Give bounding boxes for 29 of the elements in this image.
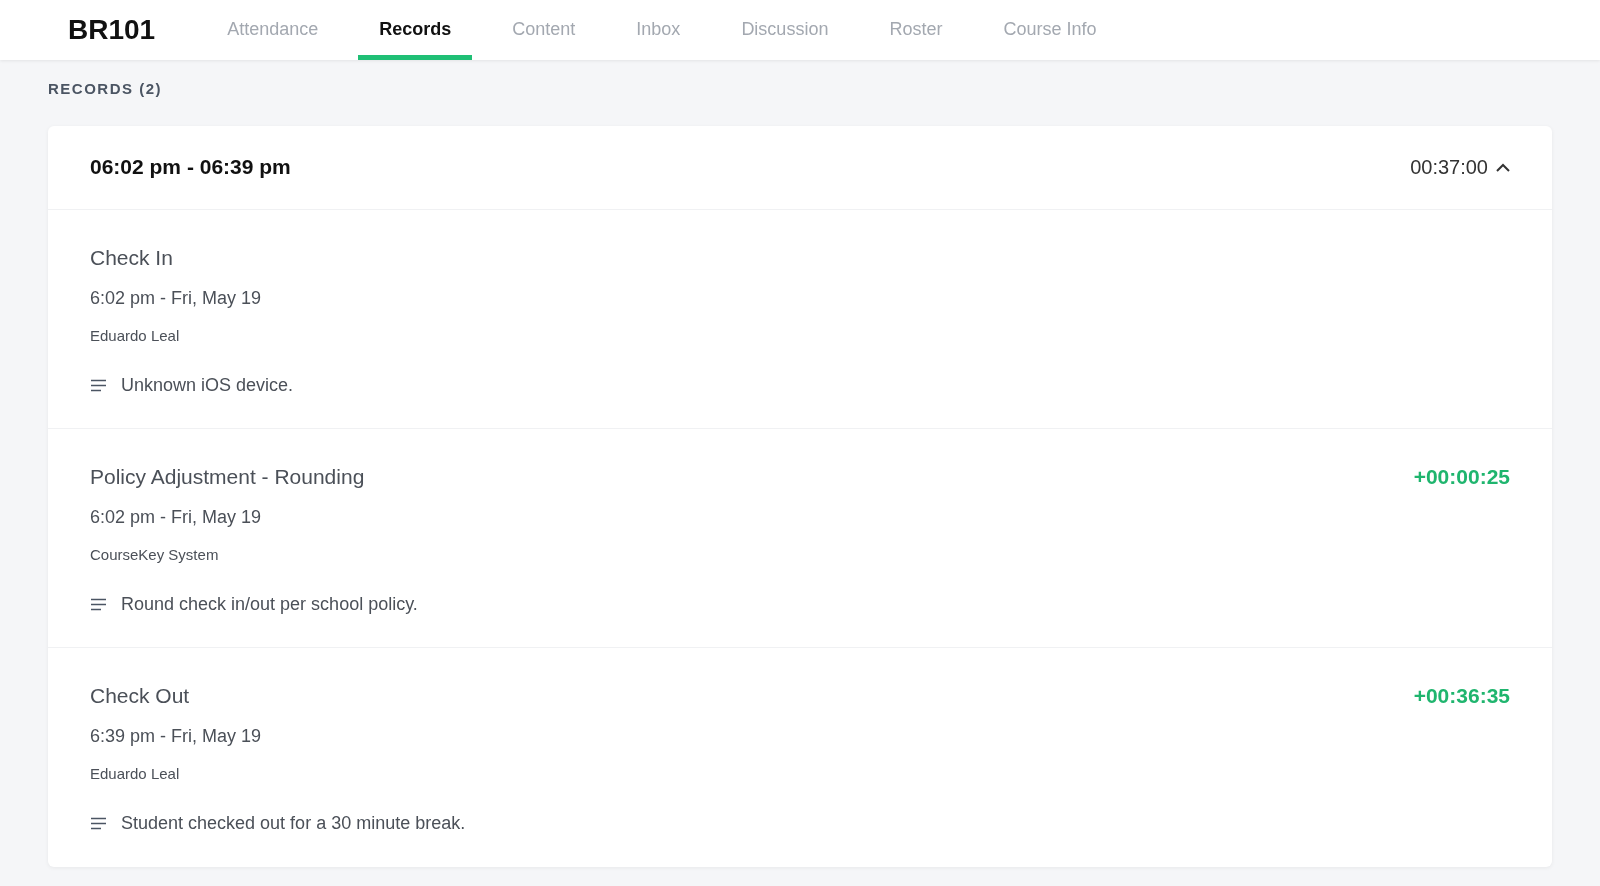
event-actor: CourseKey System	[90, 545, 220, 565]
notes-icon	[90, 816, 107, 830]
section-title: RECORDS (2)	[48, 79, 163, 99]
notes-icon	[90, 378, 107, 392]
nav-tab[interactable]: Discussion	[720, 0, 850, 60]
event-time: 6:02 pm - Fri, May 19	[90, 287, 263, 310]
time-delta: +00:36:35	[1413, 682, 1510, 709]
event-time: 6:02 pm - Fri, May 19	[90, 506, 263, 529]
event-title: Check Out	[90, 682, 190, 709]
event-time: 6:39 pm - Fri, May 19	[90, 725, 263, 748]
course-code: BR101	[68, 13, 156, 47]
nav-tab[interactable]: Roster	[868, 0, 964, 60]
nav-tab[interactable]: Course Info	[982, 0, 1118, 60]
event-note: Round check in/out per school policy.	[121, 592, 418, 616]
event-title: Policy Adjustment - Rounding	[90, 463, 365, 490]
event-title: Check In	[90, 244, 173, 271]
nav-tab[interactable]: Records	[358, 0, 473, 60]
event-note: Student checked out for a 30 minute break.	[121, 811, 466, 835]
chevron-up-icon	[1496, 162, 1510, 172]
time-delta: +00:00:25	[1413, 463, 1510, 490]
nav-tab[interactable]: Content	[491, 0, 597, 60]
event-actor: Eduardo Leal	[90, 764, 181, 784]
record-time-range: 06:02 pm - 06:39 pm	[90, 154, 291, 181]
event-actor: Eduardo Leal	[90, 326, 181, 346]
collapse-toggle[interactable]: 00:37:00	[1410, 152, 1510, 182]
event-note: Unknown iOS device.	[121, 373, 294, 397]
notes-icon	[90, 597, 107, 611]
nav-tab[interactable]: Inbox	[615, 0, 702, 60]
nav-tab[interactable]: Attendance	[206, 0, 340, 60]
